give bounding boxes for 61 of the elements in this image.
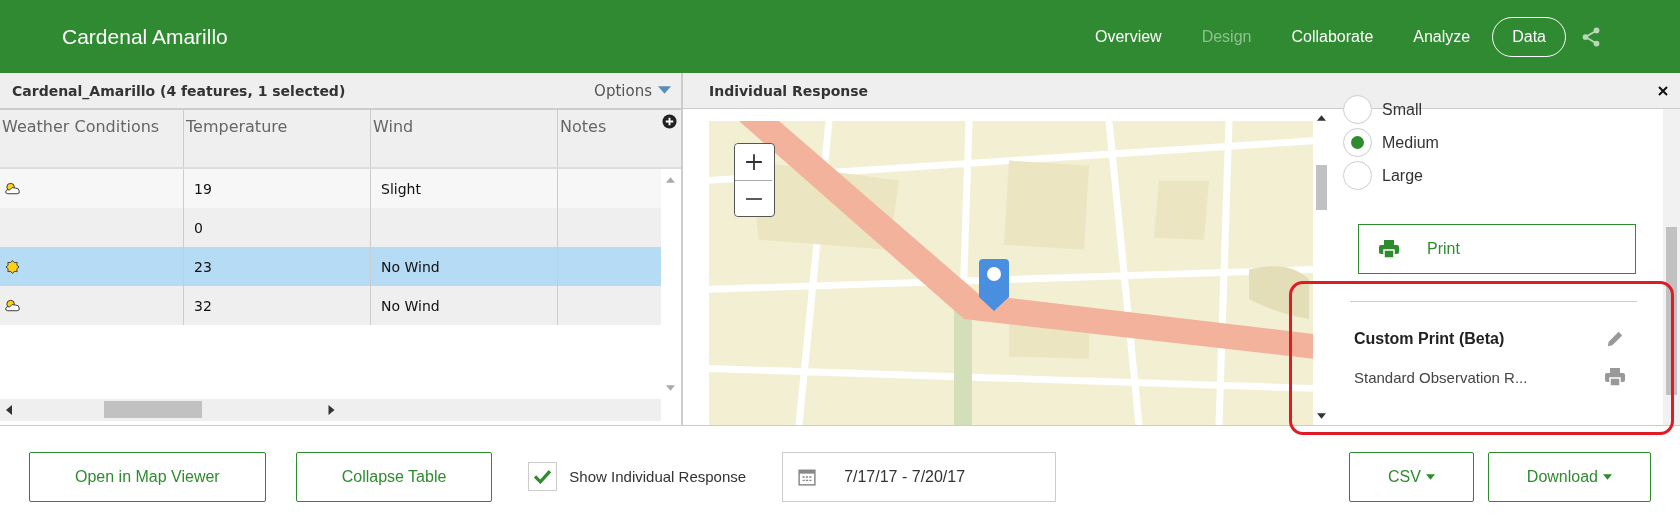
plus-icon	[744, 153, 763, 171]
nav-tab[interactable]: Collaborate	[1271, 27, 1394, 46]
temperature-cell: 19	[194, 180, 212, 197]
scrollbar-thumb[interactable]	[1666, 227, 1677, 395]
zoom-out-button[interactable]	[735, 180, 772, 216]
column-header[interactable]: Weather Conditions	[0, 110, 184, 167]
scrollbar-track[interactable]	[1663, 109, 1680, 425]
table-row[interactable]: 0	[0, 208, 661, 247]
size-option[interactable]: Medium	[1343, 126, 1645, 159]
cloud-sun-icon	[4, 181, 21, 196]
app-title: Cardenal Amarillo	[62, 24, 228, 49]
scroll-up-icon[interactable]	[1316, 115, 1326, 121]
temperature-cell: 0	[194, 219, 203, 236]
action-button[interactable]: Collapse Table	[295, 451, 493, 502]
scroll-down-icon[interactable]	[1316, 413, 1326, 419]
scrollbar-thumb[interactable]	[104, 401, 202, 418]
date-range-field[interactable]: 7/17/17 - 7/20/17	[782, 451, 1057, 502]
options-dropdown[interactable]: Options	[594, 81, 671, 100]
map-pin-icon[interactable]	[979, 259, 1009, 311]
horizontal-scrollbar[interactable]	[0, 399, 661, 421]
table-row[interactable]: 19 Slight	[0, 169, 661, 208]
caret-icon	[1603, 473, 1612, 480]
printer-icon	[1379, 240, 1399, 258]
cloud-sun-icon	[4, 298, 21, 313]
scrollbar-thumb[interactable]	[1316, 165, 1327, 210]
caret-icon	[658, 86, 671, 95]
add-column-icon[interactable]	[662, 114, 677, 129]
table-title: Cardenal_Amarillo (4 features, 1 selected)	[12, 82, 346, 99]
export-dropdown[interactable]: CSV	[1348, 451, 1474, 502]
pencil-icon[interactable]	[1605, 330, 1625, 348]
scroll-left-icon[interactable]	[6, 405, 12, 415]
print-template-link[interactable]: Standard Observation R...	[1354, 368, 1528, 386]
action-button[interactable]: Open in Map Viewer	[29, 451, 266, 502]
nav-tab[interactable]: Analyze	[1393, 27, 1491, 46]
sun-icon	[4, 259, 21, 274]
nav-tab[interactable]: Overview	[1074, 27, 1182, 46]
custom-print-title: Custom Print (Beta)	[1354, 330, 1505, 348]
export-dropdown[interactable]: Download	[1487, 451, 1651, 502]
panel-title: Individual Response	[709, 82, 869, 99]
close-icon[interactable]	[1658, 85, 1668, 96]
calendar-icon	[798, 467, 817, 486]
print-button[interactable]: Print	[1358, 224, 1636, 274]
column-header[interactable]: Notes	[558, 110, 661, 167]
minus-icon	[744, 197, 763, 200]
size-option[interactable]: Large	[1343, 159, 1645, 192]
wind-cell: Slight	[381, 180, 421, 197]
table-row[interactable]: 23 No Wind	[0, 247, 661, 286]
column-header[interactable]: Wind	[371, 110, 558, 167]
size-option[interactable]: Small	[1343, 93, 1645, 126]
temperature-cell: 32	[194, 297, 212, 314]
checkbox-label: Show Individual Response	[569, 468, 747, 485]
wind-cell: No Wind	[381, 258, 440, 275]
column-header[interactable]: Temperature	[184, 110, 371, 167]
checkbox[interactable]	[528, 462, 558, 491]
temperature-cell: 23	[194, 258, 212, 275]
wind-cell: No Wind	[381, 297, 440, 314]
printer-icon[interactable]	[1605, 368, 1625, 386]
checkmark-icon	[534, 469, 552, 484]
caret-icon	[1425, 473, 1435, 480]
share-icon[interactable]	[1580, 25, 1602, 48]
table-row[interactable]: 32 No Wind	[0, 286, 661, 325]
